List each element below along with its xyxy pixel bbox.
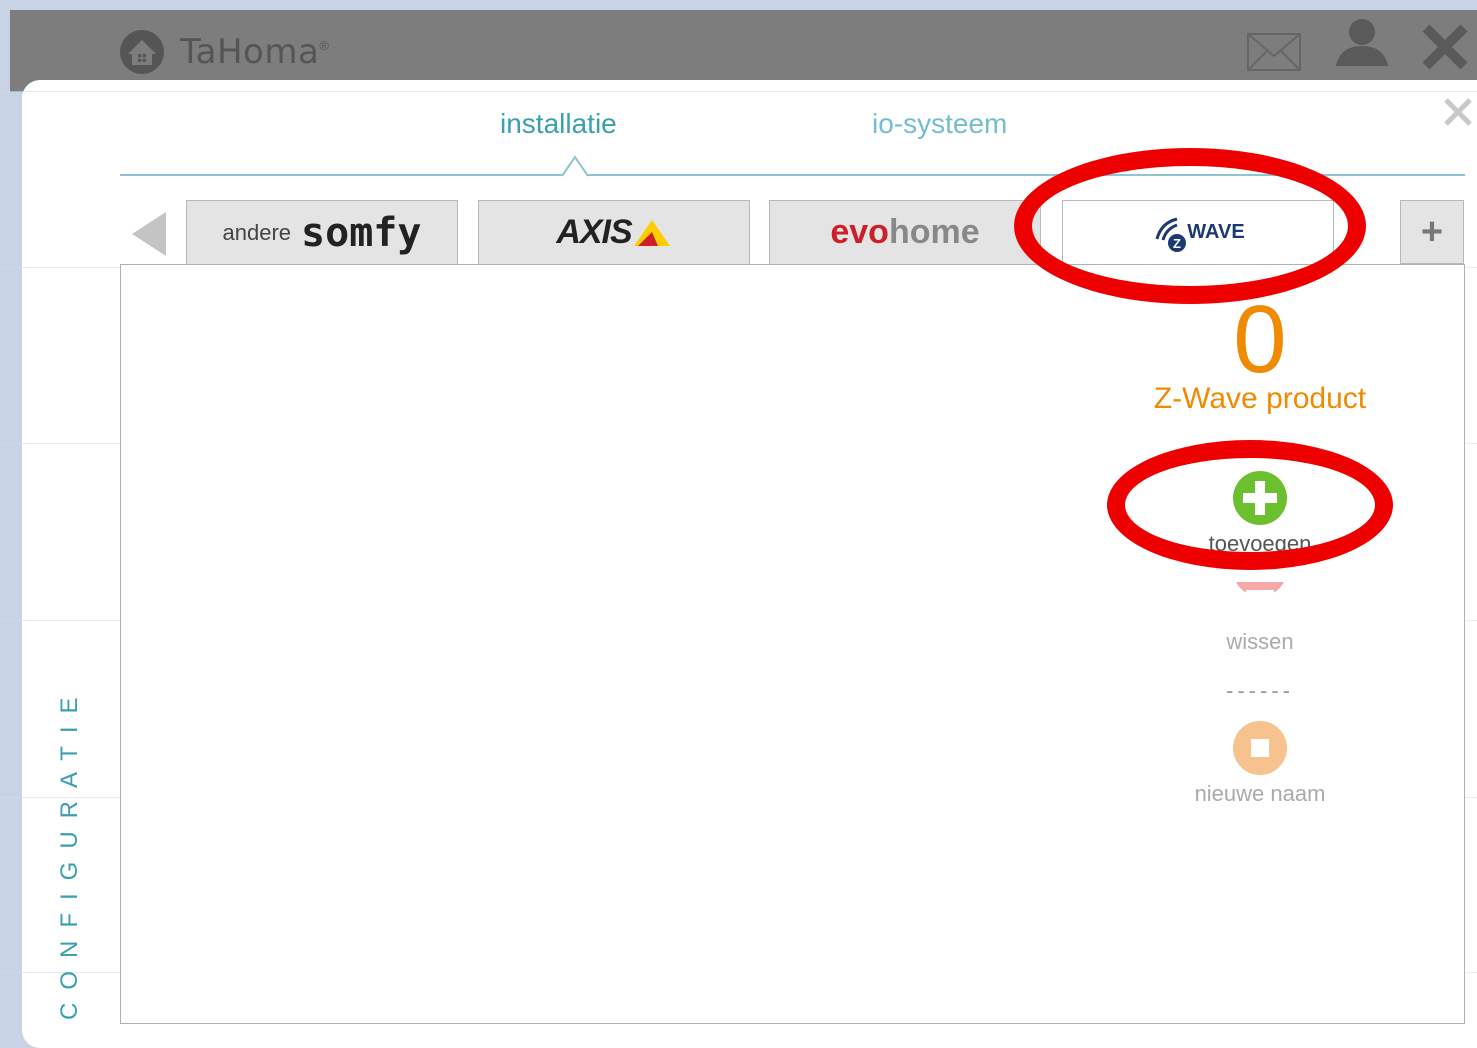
scroll-left-arrow-icon[interactable] [132,212,166,256]
tab-installatie[interactable]: installatie [500,108,617,140]
rename-button-label: nieuwe naam [1194,781,1326,806]
axis-logo: AXIS [556,213,632,251]
somfy-logo: somfy [301,209,422,256]
user-icon[interactable] [1332,16,1392,68]
close-icon[interactable] [1420,22,1470,72]
active-tab-caret-icon [561,155,589,177]
product-label: Z-Wave product [1153,382,1367,415]
minus-circle-icon [1236,582,1284,599]
highlight-ring-add-button [1107,440,1393,570]
brand-tab-evohome[interactable]: evo home [769,200,1041,264]
tahoma-logo[interactable]: TaHoma ® [118,28,329,76]
delete-button[interactable]: wissen [1160,580,1360,655]
tab-io-systeem[interactable]: io-systeem [872,108,1007,140]
delete-button-label: wissen [1226,629,1294,654]
evohome-logo-home: home [888,213,980,251]
add-brand-tab-button[interactable]: + [1400,200,1464,264]
highlight-ring-zwave-tab [1014,148,1366,304]
axis-triangle-icon [633,219,670,246]
panel-close-icon[interactable] [1442,96,1474,128]
rename-circle-icon [1233,721,1287,775]
brand-tab-axis[interactable]: AXIS [478,200,750,264]
brand-tab-somfy[interactable]: andere somfy [186,200,458,264]
app-title: TaHoma [180,32,320,72]
brand-tab-prefix: andere [222,219,292,245]
action-separator: ------ [1226,678,1294,703]
home-icon [120,30,164,74]
rename-button[interactable]: nieuwe naam [1160,720,1360,807]
evohome-logo-evo: evo [830,213,889,251]
sidebar-label: CONFIGURATIE [56,684,83,1020]
mail-icon[interactable] [1246,32,1302,72]
trademark: ® [319,37,329,53]
